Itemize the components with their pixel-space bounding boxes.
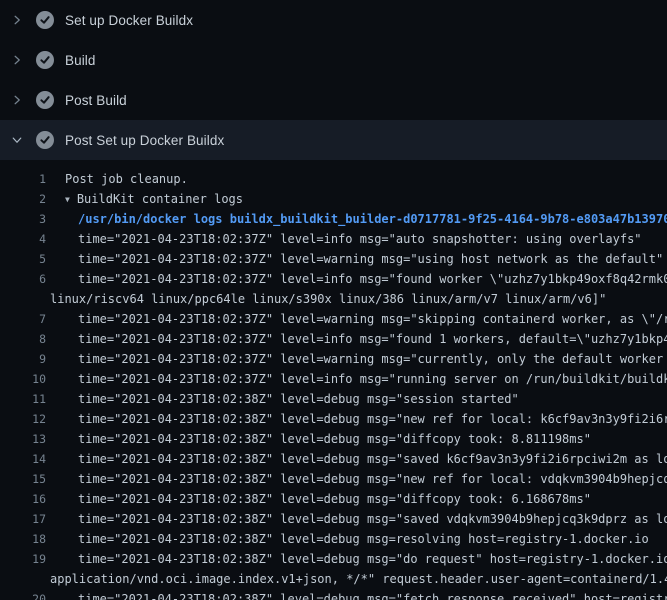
check-circle-icon bbox=[36, 131, 54, 149]
log-line-text: application/vnd.oci.image.index.v1+json,… bbox=[50, 569, 667, 589]
log-line: 17 time="2021-04-23T18:02:38Z" level=debu… bbox=[0, 509, 667, 529]
log-line-text: time="2021-04-23T18:02:38Z" level=debug … bbox=[78, 529, 649, 549]
log-line-text: time="2021-04-23T18:02:37Z" level=warnin… bbox=[78, 249, 663, 269]
log-line-text: time="2021-04-23T18:02:38Z" level=debug … bbox=[78, 429, 591, 449]
log-line: 9 time="2021-04-23T18:02:37Z" level=warni… bbox=[0, 349, 667, 369]
log-line-number[interactable]: 4 bbox=[0, 229, 46, 249]
log-line-text: time="2021-04-23T18:02:38Z" level=debug … bbox=[78, 549, 667, 569]
group-expanded-icon: ▼ bbox=[65, 190, 70, 210]
step-header-set-up-docker-buildx[interactable]: Set up Docker Buildx bbox=[0, 0, 667, 40]
log-line-text: time="2021-04-23T18:02:37Z" level=warnin… bbox=[78, 349, 667, 369]
log-line-number bbox=[0, 289, 46, 309]
log-line: 14 time="2021-04-23T18:02:38Z" level=debu… bbox=[0, 449, 667, 469]
chevron-right-icon bbox=[10, 93, 24, 107]
step-title: Post Set up Docker Buildx bbox=[65, 133, 224, 148]
log-line-number[interactable]: 17 bbox=[0, 509, 46, 529]
step-header-post-set-up-docker-buildx[interactable]: Post Set up Docker Buildx bbox=[0, 120, 667, 160]
log-line-text: time="2021-04-23T18:02:37Z" level=info m… bbox=[78, 369, 667, 389]
step-title: Post Build bbox=[65, 93, 127, 108]
log-line: 10 time="2021-04-23T18:02:37Z" level=info… bbox=[0, 369, 667, 389]
log-command-text: /usr/bin/docker logs buildx_buildkit_bui… bbox=[78, 209, 667, 229]
log-line-text: Post job cleanup. bbox=[65, 169, 188, 189]
check-circle-icon bbox=[36, 51, 54, 69]
log-line: 20 time="2021-04-23T18:02:38Z" level=debu… bbox=[0, 589, 667, 600]
log-line-text: time="2021-04-23T18:02:38Z" level=debug … bbox=[78, 509, 667, 529]
log-line-number[interactable]: 5 bbox=[0, 249, 46, 269]
log-line-number[interactable]: 12 bbox=[0, 409, 46, 429]
log-line-text: time="2021-04-23T18:02:38Z" level=debug … bbox=[78, 489, 591, 509]
log-group-toggle[interactable]: ▼ BuildKit container logs bbox=[65, 189, 243, 209]
check-circle-icon bbox=[36, 91, 54, 109]
log-line-text: time="2021-04-23T18:02:38Z" level=debug … bbox=[78, 409, 667, 429]
log-line-number[interactable]: 10 bbox=[0, 369, 46, 389]
steps-list: Set up Docker Buildx Build Post Build Po… bbox=[0, 0, 667, 160]
log-line-number[interactable]: 19 bbox=[0, 549, 46, 569]
log-line-number[interactable]: 3 bbox=[0, 209, 46, 229]
log-line-number[interactable]: 11 bbox=[0, 389, 46, 409]
log-line-text: linux/riscv64 linux/ppc64le linux/s390x … bbox=[50, 289, 606, 309]
log-line: 2 ▼ BuildKit container logs bbox=[0, 189, 667, 209]
log-line-text: time="2021-04-23T18:02:38Z" level=debug … bbox=[78, 589, 667, 600]
log-line: 19 time="2021-04-23T18:02:38Z" level=debu… bbox=[0, 549, 667, 569]
chevron-down-icon bbox=[10, 133, 24, 147]
log-line-number[interactable]: 18 bbox=[0, 529, 46, 549]
log-line: 11 time="2021-04-23T18:02:38Z" level=debu… bbox=[0, 389, 667, 409]
step-header-post-build[interactable]: Post Build bbox=[0, 80, 667, 120]
log-line: 12 time="2021-04-23T18:02:38Z" level=debu… bbox=[0, 409, 667, 429]
log-line: 3/usr/bin/docker logs buildx_buildkit_bu… bbox=[0, 209, 667, 229]
log-line: 8 time="2021-04-23T18:02:37Z" level=info … bbox=[0, 329, 667, 349]
step-title: Set up Docker Buildx bbox=[65, 13, 193, 28]
actions-log-viewer: Set up Docker Buildx Build Post Build Po… bbox=[0, 0, 667, 600]
log-line-text: time="2021-04-23T18:02:37Z" level=info m… bbox=[78, 329, 667, 349]
log-line: 18 time="2021-04-23T18:02:38Z" level=debu… bbox=[0, 529, 667, 549]
log-line: 6 time="2021-04-23T18:02:37Z" level=info … bbox=[0, 269, 667, 289]
log-line-text: time="2021-04-23T18:02:37Z" level=warnin… bbox=[78, 309, 667, 329]
log-line: 5 time="2021-04-23T18:02:37Z" level=warni… bbox=[0, 249, 667, 269]
chevron-right-icon bbox=[10, 13, 24, 27]
step-header-build[interactable]: Build bbox=[0, 40, 667, 80]
log-line-number[interactable]: 1 bbox=[0, 169, 46, 189]
log-line: 13 time="2021-04-23T18:02:38Z" level=debu… bbox=[0, 429, 667, 449]
log-line-text: time="2021-04-23T18:02:38Z" level=debug … bbox=[78, 469, 667, 489]
log-line-text: time="2021-04-23T18:02:38Z" level=debug … bbox=[78, 449, 667, 469]
log-group-label: BuildKit container logs bbox=[77, 192, 243, 206]
log-line-number[interactable]: 15 bbox=[0, 469, 46, 489]
log-line-number[interactable]: 2 bbox=[0, 189, 46, 209]
log-line: linux/riscv64 linux/ppc64le linux/s390x … bbox=[0, 289, 667, 309]
log-line-text: time="2021-04-23T18:02:37Z" level=info m… bbox=[78, 269, 667, 289]
log-line-number[interactable]: 20 bbox=[0, 589, 46, 600]
log-line: 15 time="2021-04-23T18:02:38Z" level=debu… bbox=[0, 469, 667, 489]
step-title: Build bbox=[65, 53, 96, 68]
log-line: application/vnd.oci.image.index.v1+json,… bbox=[0, 569, 667, 589]
check-circle-icon bbox=[36, 11, 54, 29]
log-line-number[interactable]: 9 bbox=[0, 349, 46, 369]
log-line-number[interactable]: 14 bbox=[0, 449, 46, 469]
log-line: 16 time="2021-04-23T18:02:38Z" level=debu… bbox=[0, 489, 667, 509]
log-line: 4 time="2021-04-23T18:02:37Z" level=info … bbox=[0, 229, 667, 249]
log-line-text: time="2021-04-23T18:02:37Z" level=info m… bbox=[78, 229, 642, 249]
log-line-text: time="2021-04-23T18:02:38Z" level=debug … bbox=[78, 389, 519, 409]
log-line: 1 Post job cleanup. bbox=[0, 169, 667, 189]
log-line-number[interactable]: 16 bbox=[0, 489, 46, 509]
chevron-right-icon bbox=[10, 53, 24, 67]
log-line-number[interactable]: 13 bbox=[0, 429, 46, 449]
log-line-number[interactable]: 7 bbox=[0, 309, 46, 329]
log-line-number bbox=[0, 569, 46, 589]
log-line-number[interactable]: 6 bbox=[0, 269, 46, 289]
log-area: 1 Post job cleanup. 2 ▼ BuildKit container l… bbox=[0, 160, 667, 600]
log-line-number[interactable]: 8 bbox=[0, 329, 46, 349]
log-line: 7 time="2021-04-23T18:02:37Z" level=warni… bbox=[0, 309, 667, 329]
